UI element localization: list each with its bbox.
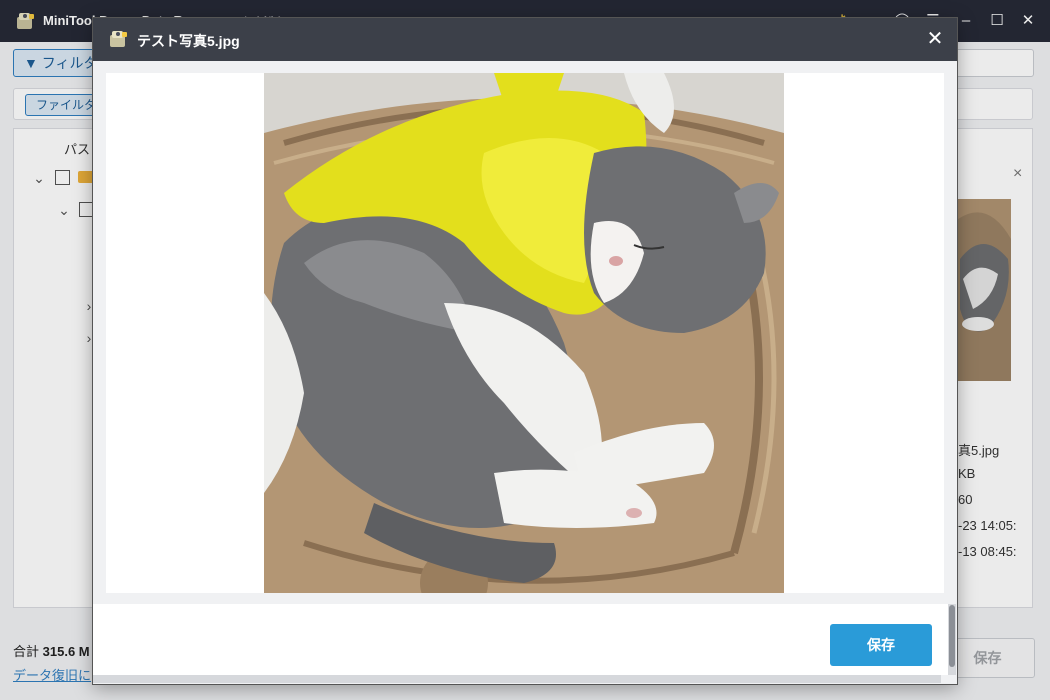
app-logo-icon: [110, 31, 127, 47]
image-viewport: [106, 73, 944, 593]
horizontal-scrollbar[interactable]: [93, 675, 941, 683]
dialog-titlebar: テスト写真5.jpg ✕: [93, 18, 957, 61]
scrollbar-thumb[interactable]: [949, 605, 955, 667]
image-preview-dialog: テスト写真5.jpg ✕ 保存: [93, 18, 957, 684]
close-icon[interactable]: ✕: [923, 27, 947, 51]
dialog-title: テスト写真5.jpg: [137, 33, 240, 49]
preview-image: [264, 73, 784, 593]
save-button[interactable]: 保存: [830, 624, 932, 666]
dialog-footer: [93, 604, 948, 675]
